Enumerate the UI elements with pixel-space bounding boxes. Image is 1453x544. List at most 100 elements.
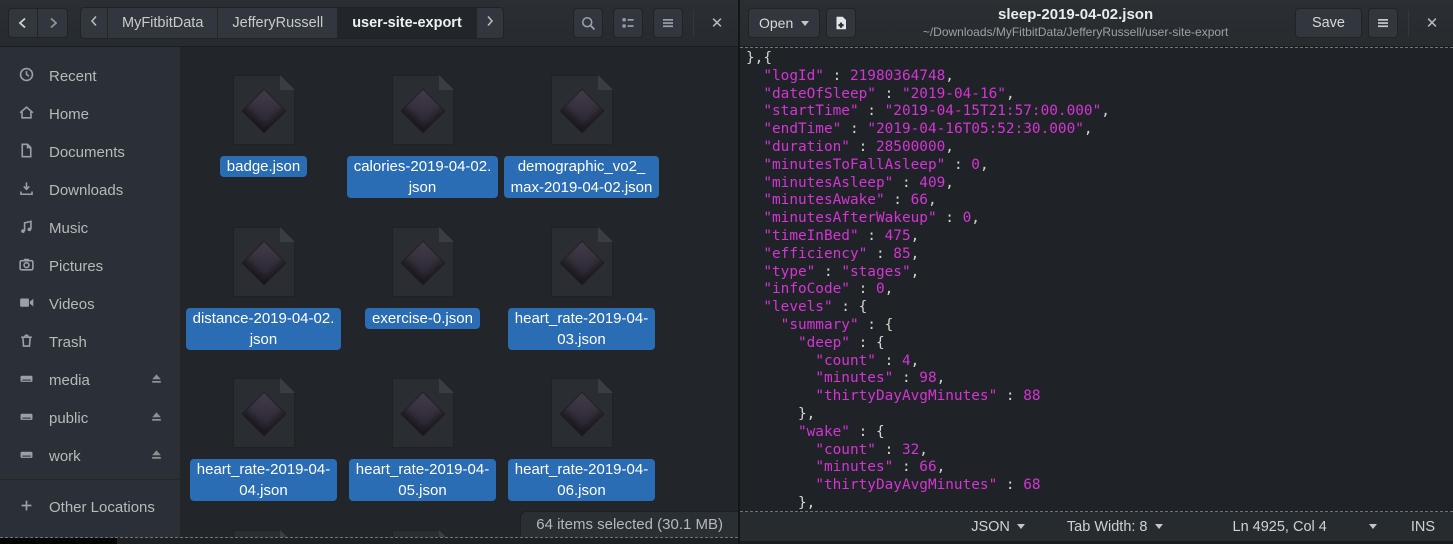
- file-item-partial[interactable]: [184, 510, 343, 538]
- syntax-punctuation: :: [859, 228, 885, 244]
- json-file-icon: [392, 75, 454, 145]
- syntax-constant: 98: [919, 370, 936, 386]
- file-item-heart_rate-2019-04-06.json[interactable]: heart_rate-2019-04- 06.json: [502, 358, 661, 501]
- sidebar-item-other-locations[interactable]: Other Locations: [0, 488, 180, 526]
- sidebar-item-label: Videos: [49, 296, 95, 313]
- syntax-constant: 85: [893, 246, 910, 262]
- breadcrumb-myfitbitdata[interactable]: MyFitbitData: [108, 8, 218, 38]
- back-button[interactable]: [8, 8, 38, 38]
- file-item-heart_rate-2019-04-03.json[interactable]: heart_rate-2019-04- 03.json: [502, 207, 661, 350]
- syntax-constant: "stages": [841, 264, 910, 280]
- sidebar-item-music[interactable]: Music: [0, 209, 180, 247]
- syntax-punctuation: ,: [945, 139, 954, 155]
- chevron-right-icon: [45, 15, 61, 31]
- menu-button[interactable]: [653, 8, 683, 38]
- sidebar-item-downloads[interactable]: Downloads: [0, 171, 180, 209]
- eject-icon[interactable]: [149, 409, 164, 428]
- file-name-label: distance-2019-04-02. json: [186, 308, 342, 350]
- headerbar-separator: [1408, 10, 1409, 36]
- eject-icon[interactable]: [149, 447, 164, 466]
- syntax-punctuation: :: [824, 68, 850, 84]
- language-selector[interactable]: JSON: [971, 519, 1025, 535]
- cursor-position[interactable]: Ln 4925, Col 4: [1233, 519, 1327, 535]
- path-scroll-left-button[interactable]: [81, 8, 108, 38]
- file-item-distance-2019-04-02.json[interactable]: distance-2019-04-02. json: [184, 207, 343, 350]
- syntax-punctuation: ,: [911, 353, 920, 369]
- file-item-demographic_vo2_max-2019-04-02.json[interactable]: demographic_vo2_ max-2019-04-02.json: [502, 55, 661, 198]
- open-button[interactable]: Open: [748, 8, 820, 38]
- file-item-partial[interactable]: [343, 510, 502, 538]
- syntax-constant: 88: [1023, 388, 1040, 404]
- viewlist-icon: [620, 15, 636, 31]
- search-button[interactable]: [573, 8, 603, 38]
- save-button[interactable]: Save: [1295, 8, 1362, 38]
- syntax-punctuation: {: [876, 335, 885, 351]
- syntax-punctuation: ,: [911, 246, 920, 262]
- breadcrumb-user-site-export[interactable]: user-site-export: [338, 8, 477, 38]
- close-window-button[interactable]: ✕: [1419, 10, 1445, 36]
- file-icon-emblem: [241, 391, 286, 436]
- code-line: "thirtyDayAvgMinutes" : 68: [746, 477, 1453, 495]
- syntax-constant: "startTime": [763, 103, 858, 119]
- syntax-constant: "count": [815, 353, 876, 369]
- syntax-punctuation: ,: [945, 175, 954, 191]
- recent-icon: [18, 66, 35, 87]
- tab-width-selector[interactable]: Tab Width: 8: [1067, 519, 1163, 535]
- file-icon-emblem: [241, 88, 286, 133]
- breadcrumb-jefferyrussell[interactable]: JefferyRussell: [218, 8, 338, 38]
- syntax-constant: 0: [971, 157, 980, 173]
- sidebar-item-pictures[interactable]: Pictures: [0, 247, 180, 285]
- code-line: "efficiency" : 85,: [746, 246, 1453, 264]
- path-scroll-right-button[interactable]: [477, 8, 503, 38]
- videos-icon: [18, 294, 35, 315]
- sidebar-divider: [0, 479, 180, 480]
- code-line: "logId" : 21980364748,: [746, 68, 1453, 86]
- documents-icon: [18, 142, 35, 163]
- forward-button[interactable]: [38, 8, 68, 38]
- places-sidebar: RecentHomeDocuments Downloads Music Picture…: [0, 47, 180, 537]
- syntax-punctuation: :: [833, 299, 859, 315]
- chevron-down-icon: [1017, 524, 1025, 529]
- editor-statusbar: JSON Tab Width: 8 Ln 4925, Col 4 INS: [740, 512, 1453, 544]
- code-editor-area[interactable]: },{ "logId" : 21980364748, "dateOfSleep"…: [740, 47, 1453, 512]
- code-line: "minutesAfterWakeup" : 0,: [746, 210, 1453, 228]
- sidebar-item-media[interactable]: media: [0, 361, 180, 399]
- sidebar-item-recent[interactable]: Recent: [0, 57, 180, 95]
- chevron-down-icon[interactable]: [1369, 524, 1377, 529]
- sidebar-item-label: Pictures: [49, 258, 103, 275]
- syntax-constant: 68: [1023, 477, 1040, 493]
- syntax-punctuation: :: [893, 370, 919, 386]
- music-icon: [18, 218, 35, 239]
- syntax-punctuation: :: [893, 459, 919, 475]
- open-button-label: Open: [759, 15, 793, 31]
- syntax-punctuation: :: [876, 442, 902, 458]
- file-item-calories-2019-04-02.json[interactable]: calories-2019-04-02. json: [343, 55, 502, 198]
- plus-icon: [18, 497, 35, 518]
- sidebar-item-public[interactable]: public: [0, 399, 180, 437]
- code-line: "dateOfSleep" : "2019-04-16",: [746, 86, 1453, 104]
- syntax-constant: "thirtyDayAvgMinutes": [815, 388, 997, 404]
- document-title: sleep-2019-04-02.json: [862, 6, 1289, 25]
- syntax-punctuation: ,: [980, 157, 989, 173]
- new-document-button[interactable]: [826, 8, 856, 38]
- file-item-exercise-0.json[interactable]: exercise-0.json: [343, 207, 502, 329]
- sidebar-item-work[interactable]: work: [0, 437, 180, 475]
- syntax-punctuation: },{: [746, 50, 772, 66]
- view-toggle-button[interactable]: [613, 8, 643, 38]
- file-item-badge.json[interactable]: badge.json: [184, 55, 343, 177]
- sidebar-item-documents[interactable]: Documents: [0, 133, 180, 171]
- editor-menu-button[interactable]: [1368, 8, 1398, 38]
- code-line: "minutesAsleep" : 409,: [746, 175, 1453, 193]
- close-window-button[interactable]: ✕: [704, 10, 730, 36]
- syntax-constant: "deep": [798, 335, 850, 351]
- file-item-heart_rate-2019-04-05.json[interactable]: heart_rate-2019-04- 05.json: [343, 358, 502, 501]
- sidebar-item-trash[interactable]: Trash: [0, 323, 180, 361]
- code-line: "thirtyDayAvgMinutes" : 88: [746, 388, 1453, 406]
- sidebar-item-videos[interactable]: Videos: [0, 285, 180, 323]
- eject-icon[interactable]: [149, 371, 164, 390]
- file-item-heart_rate-2019-04-04.json[interactable]: heart_rate-2019-04- 04.json: [184, 358, 343, 501]
- syntax-punctuation: :: [850, 424, 876, 440]
- sidebar-item-label: Downloads: [49, 182, 123, 199]
- code-line: "wake" : {: [746, 424, 1453, 442]
- sidebar-item-home[interactable]: Home: [0, 95, 180, 133]
